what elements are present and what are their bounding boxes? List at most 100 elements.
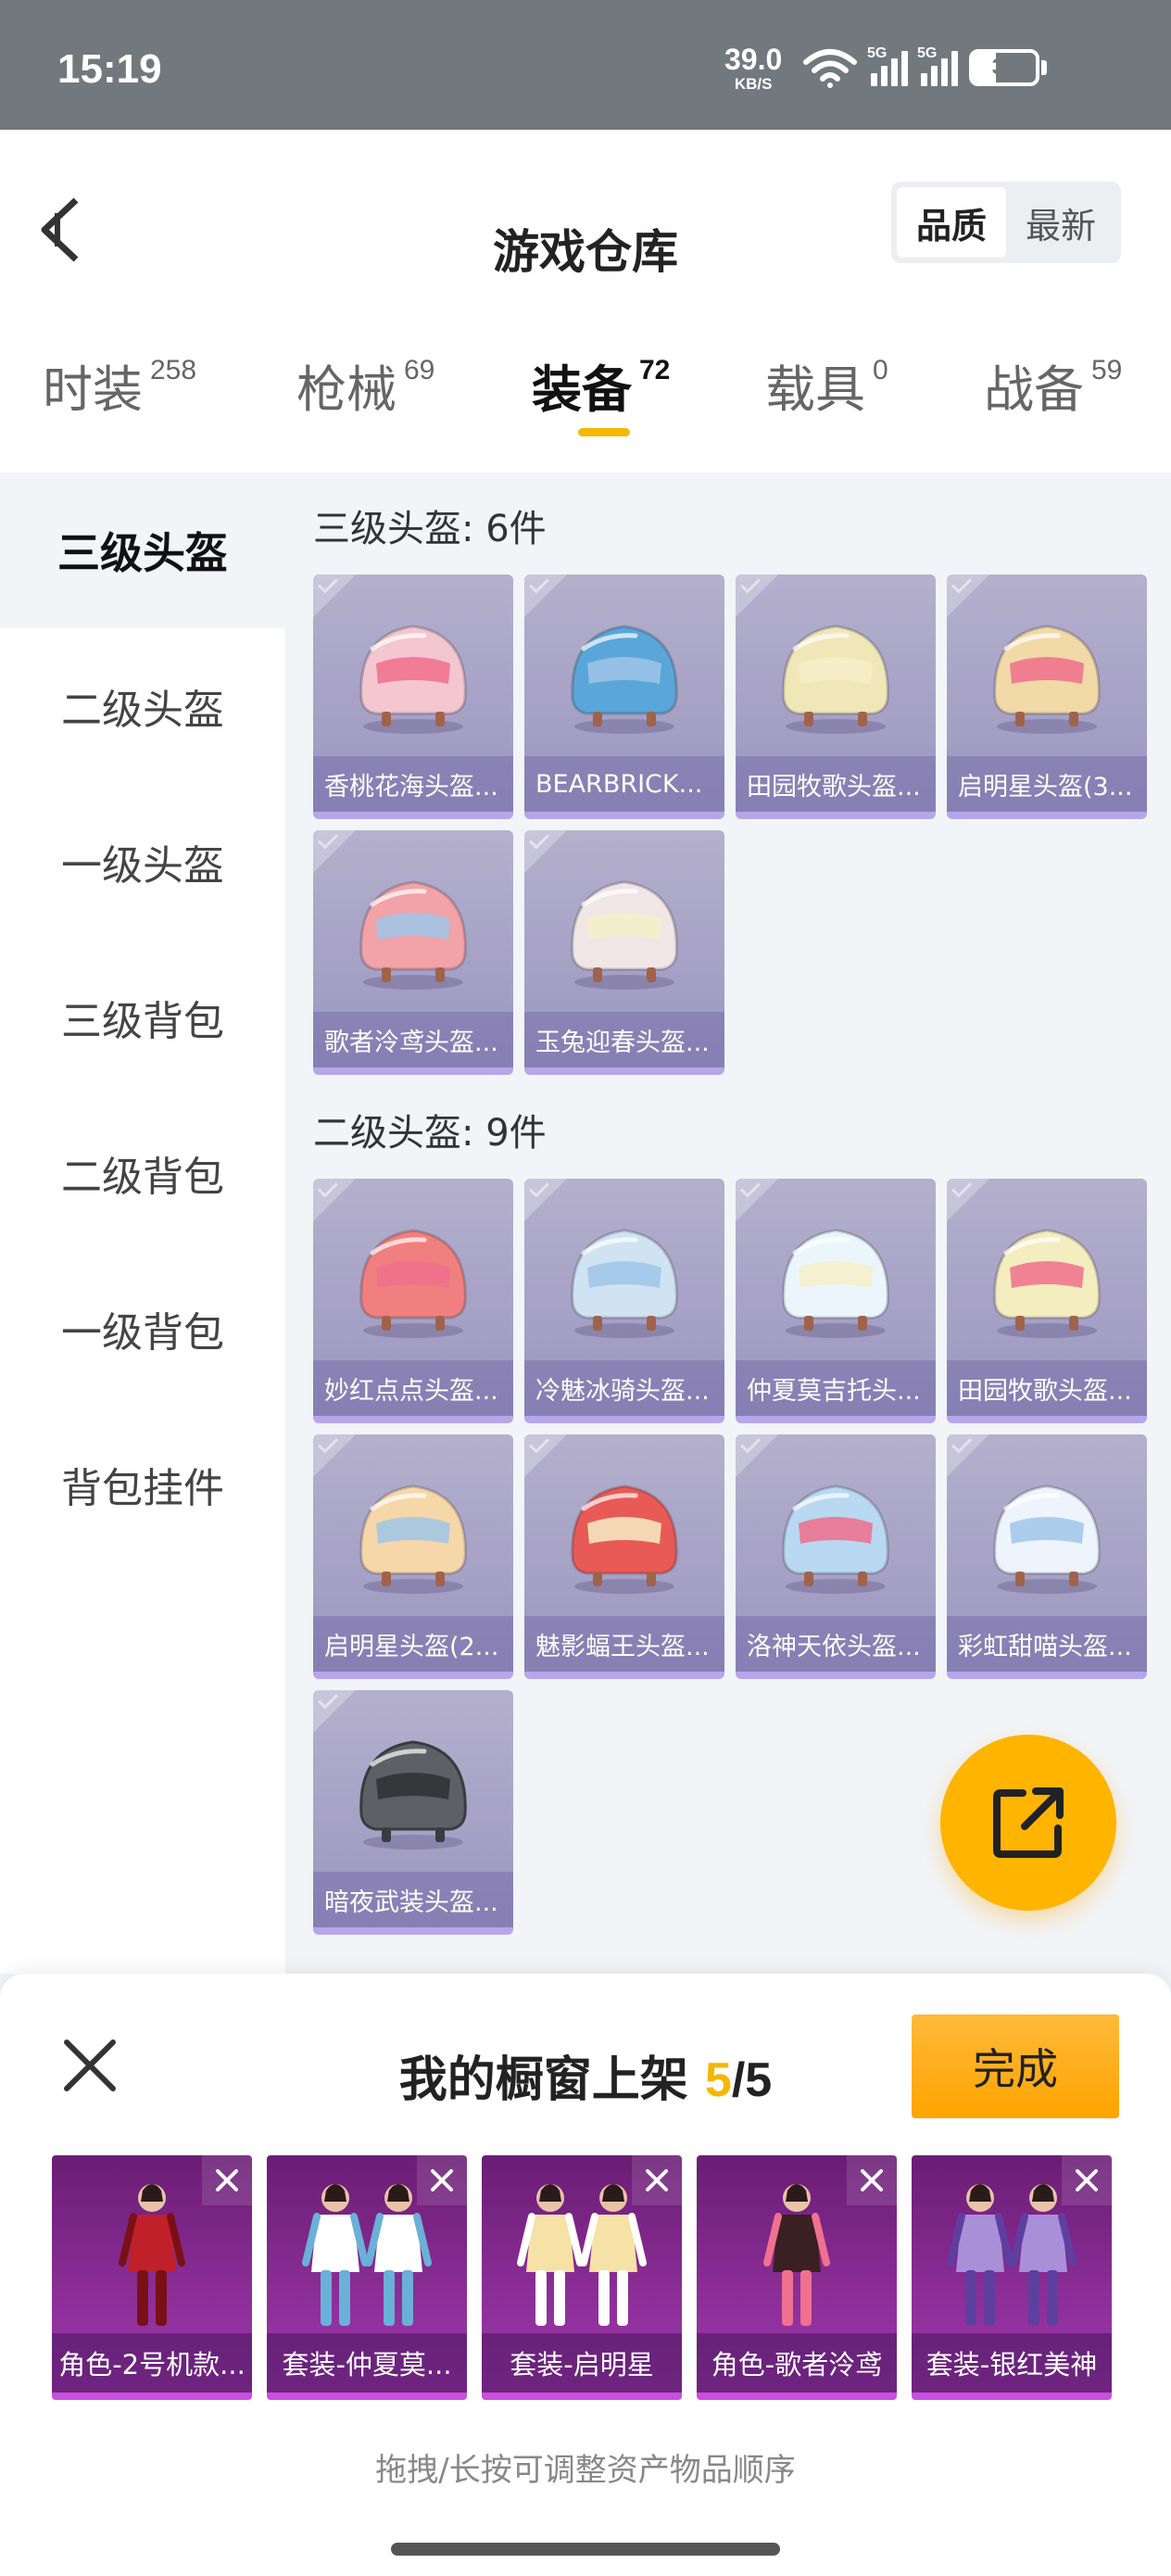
sort-toggle[interactable]: 品质 最新 [891,182,1121,263]
helmet-icon [339,602,487,751]
showcase-item[interactable]: 套装-仲夏莫... [267,2155,467,2400]
signal-5g-tag-2: 5G [917,45,938,61]
showcase-item-label: 角色-歌者泠鸢 [697,2333,897,2393]
tab-supplies[interactable]: 战备 59 [984,348,1122,422]
close-icon [1076,2169,1098,2191]
item-card[interactable]: 暗夜武装头盔... [313,1690,513,1935]
showcase-current-count: 5 [704,2053,732,2107]
item-card-label: 仲夏莫吉托头... [736,1360,936,1416]
item-card[interactable]: 玉兔迎春头盔... [524,830,724,1075]
tab-fashion[interactable]: 时装 258 [43,348,196,422]
subcategory-sidebar: 三级头盔 二级头盔 一级头盔 三级背包 二级背包 一级背包 背包挂件 [0,473,285,1974]
item-card[interactable]: 启明星头盔(2... [313,1434,513,1679]
item-card[interactable]: 启明星头盔(3... [947,575,1147,819]
showcase-item-label: 套装-银红美神 [912,2333,1112,2393]
item-card-label: 彩虹甜喵头盔... [947,1616,1147,1672]
section-title-level2-helmet: 二级头盔: 9件 [313,1112,547,1155]
item-card[interactable]: 魅影蝠王头盔... [524,1434,724,1679]
showcase-item[interactable]: 套装-启明星 [482,2155,682,2400]
remove-item-button[interactable] [847,2155,897,2205]
showcase-title-text: 我的橱窗上架 [398,2052,688,2108]
item-card[interactable]: BEARBRICK... [524,575,724,819]
item-card-label: 启明星头盔(2... [313,1616,513,1672]
helmet-icon [339,1462,487,1610]
sidebar-item-level1-helmet[interactable]: 一级头盔 [0,784,285,940]
item-card[interactable]: 香桃花海头盔... [313,575,513,819]
section-title-level3-helmet: 三级头盔: 6件 [313,508,547,550]
showcase-item[interactable]: 角色-2号机款... [52,2155,252,2400]
status-bar: 15:19 39.0 KB/S 5G 5G 37 [0,0,1171,130]
item-card-label: 暗夜武装头盔... [313,1872,513,1927]
battery-level: 37 [991,55,1017,80]
item-card[interactable]: 洛神天依头盔... [736,1434,936,1679]
item-card[interactable]: 冷魅冰骑头盔... [524,1179,724,1423]
sidebar-item-level1-backpack[interactable]: 一级背包 [0,1251,285,1407]
sidebar-item-level2-backpack[interactable]: 二级背包 [0,1095,285,1251]
sort-quality-button[interactable]: 品质 [897,187,1006,258]
helmet-icon [339,858,487,1006]
item-card[interactable]: 田园牧歌头盔... [947,1179,1147,1423]
item-card-label: 香桃花海头盔... [313,756,513,812]
network-speed: 39.0 KB/S [724,44,782,92]
status-time: 15:19 [57,46,162,92]
helmet-icon [339,1718,487,1866]
item-card-label: 启明星头盔(3... [947,756,1147,812]
showcase-item-label: 套装-仲夏莫... [267,2333,467,2393]
showcase-item-label: 套装-启明星 [482,2333,682,2393]
item-card[interactable]: 仲夏莫吉托头... [736,1179,936,1423]
sidebar-item-level3-backpack[interactable]: 三级背包 [0,940,285,1095]
close-icon [431,2169,453,2191]
remove-item-button[interactable] [202,2155,252,2205]
item-card-label: 玉兔迎春头盔... [524,1012,724,1067]
active-tab-indicator [578,428,630,436]
item-card-label: 魅影蝠王头盔... [524,1616,724,1672]
helmet-icon [550,858,699,1006]
helmet-icon [762,1462,910,1610]
tab-guns[interactable]: 枪械 69 [296,348,434,422]
remove-item-button[interactable] [417,2155,467,2205]
sidebar-item-level3-helmet[interactable]: 三级头盔 [0,473,285,628]
showcase-item[interactable]: 角色-歌者泠鸢 [697,2155,897,2400]
showcase-item[interactable]: 套装-银红美神 [912,2155,1112,2400]
helmet-icon [762,1206,910,1355]
item-card-label: 田园牧歌头盔... [736,756,936,812]
close-icon [216,2169,238,2191]
helmet-icon [550,1206,699,1355]
sidebar-item-backpack-charm[interactable]: 背包挂件 [0,1407,285,1562]
status-icons: 5G 5G 37 [802,44,1047,91]
showcase-panel: 我的橱窗上架 5/5 完成 角色-2号机款... 套装-仲夏莫... 套装-启明星角… [0,1974,1171,2576]
helmet-icon [339,1206,487,1355]
share-icon [993,1787,1064,1858]
helmet-icon [973,1206,1121,1355]
item-card-label: 歌者泠鸢头盔... [313,1012,513,1067]
item-card[interactable]: 彩虹甜喵头盔... [947,1434,1147,1679]
helmet-icon [550,602,699,751]
item-card-label: BEARBRICK... [524,756,724,812]
share-button[interactable] [940,1735,1116,1911]
home-indicator[interactable] [391,2543,780,2556]
wifi-icon [803,49,857,88]
network-speed-unit: KB/S [734,75,773,93]
remove-item-button[interactable] [632,2155,682,2205]
item-card-label: 洛神天依头盔... [736,1616,936,1672]
battery-icon: 37 [969,49,1039,86]
item-card-label: 妙红点点头盔... [313,1360,513,1416]
item-card-label: 田园牧歌头盔... [947,1360,1147,1416]
sidebar-item-level2-helmet[interactable]: 二级头盔 [0,628,285,784]
page-header: 游戏仓库 品质 最新 时装 258 枪械 69 装备 72 载具 0 战备 59 [0,130,1171,473]
showcase-item-label: 角色-2号机款... [52,2333,252,2393]
tab-vehicles[interactable]: 载具 0 [765,348,888,422]
item-card[interactable]: 田园牧歌头盔... [736,575,936,819]
item-card[interactable]: 妙红点点头盔... [313,1179,513,1423]
tab-equipment[interactable]: 装备 72 [532,348,670,422]
close-icon [861,2169,883,2191]
item-card[interactable]: 歌者泠鸢头盔... [313,830,513,1075]
helmet-icon [550,1462,699,1610]
done-button[interactable]: 完成 [912,2014,1119,2118]
item-card-label: 冷魅冰骑头盔... [524,1360,724,1416]
showcase-total-count: /5 [731,2053,773,2107]
sort-latest-button[interactable]: 最新 [1006,187,1115,258]
reorder-hint: 拖拽/长按可调整资产物品顺序 [375,2452,796,2489]
signal-5g-icon-2: 5G [917,45,958,86]
remove-item-button[interactable] [1062,2155,1112,2205]
